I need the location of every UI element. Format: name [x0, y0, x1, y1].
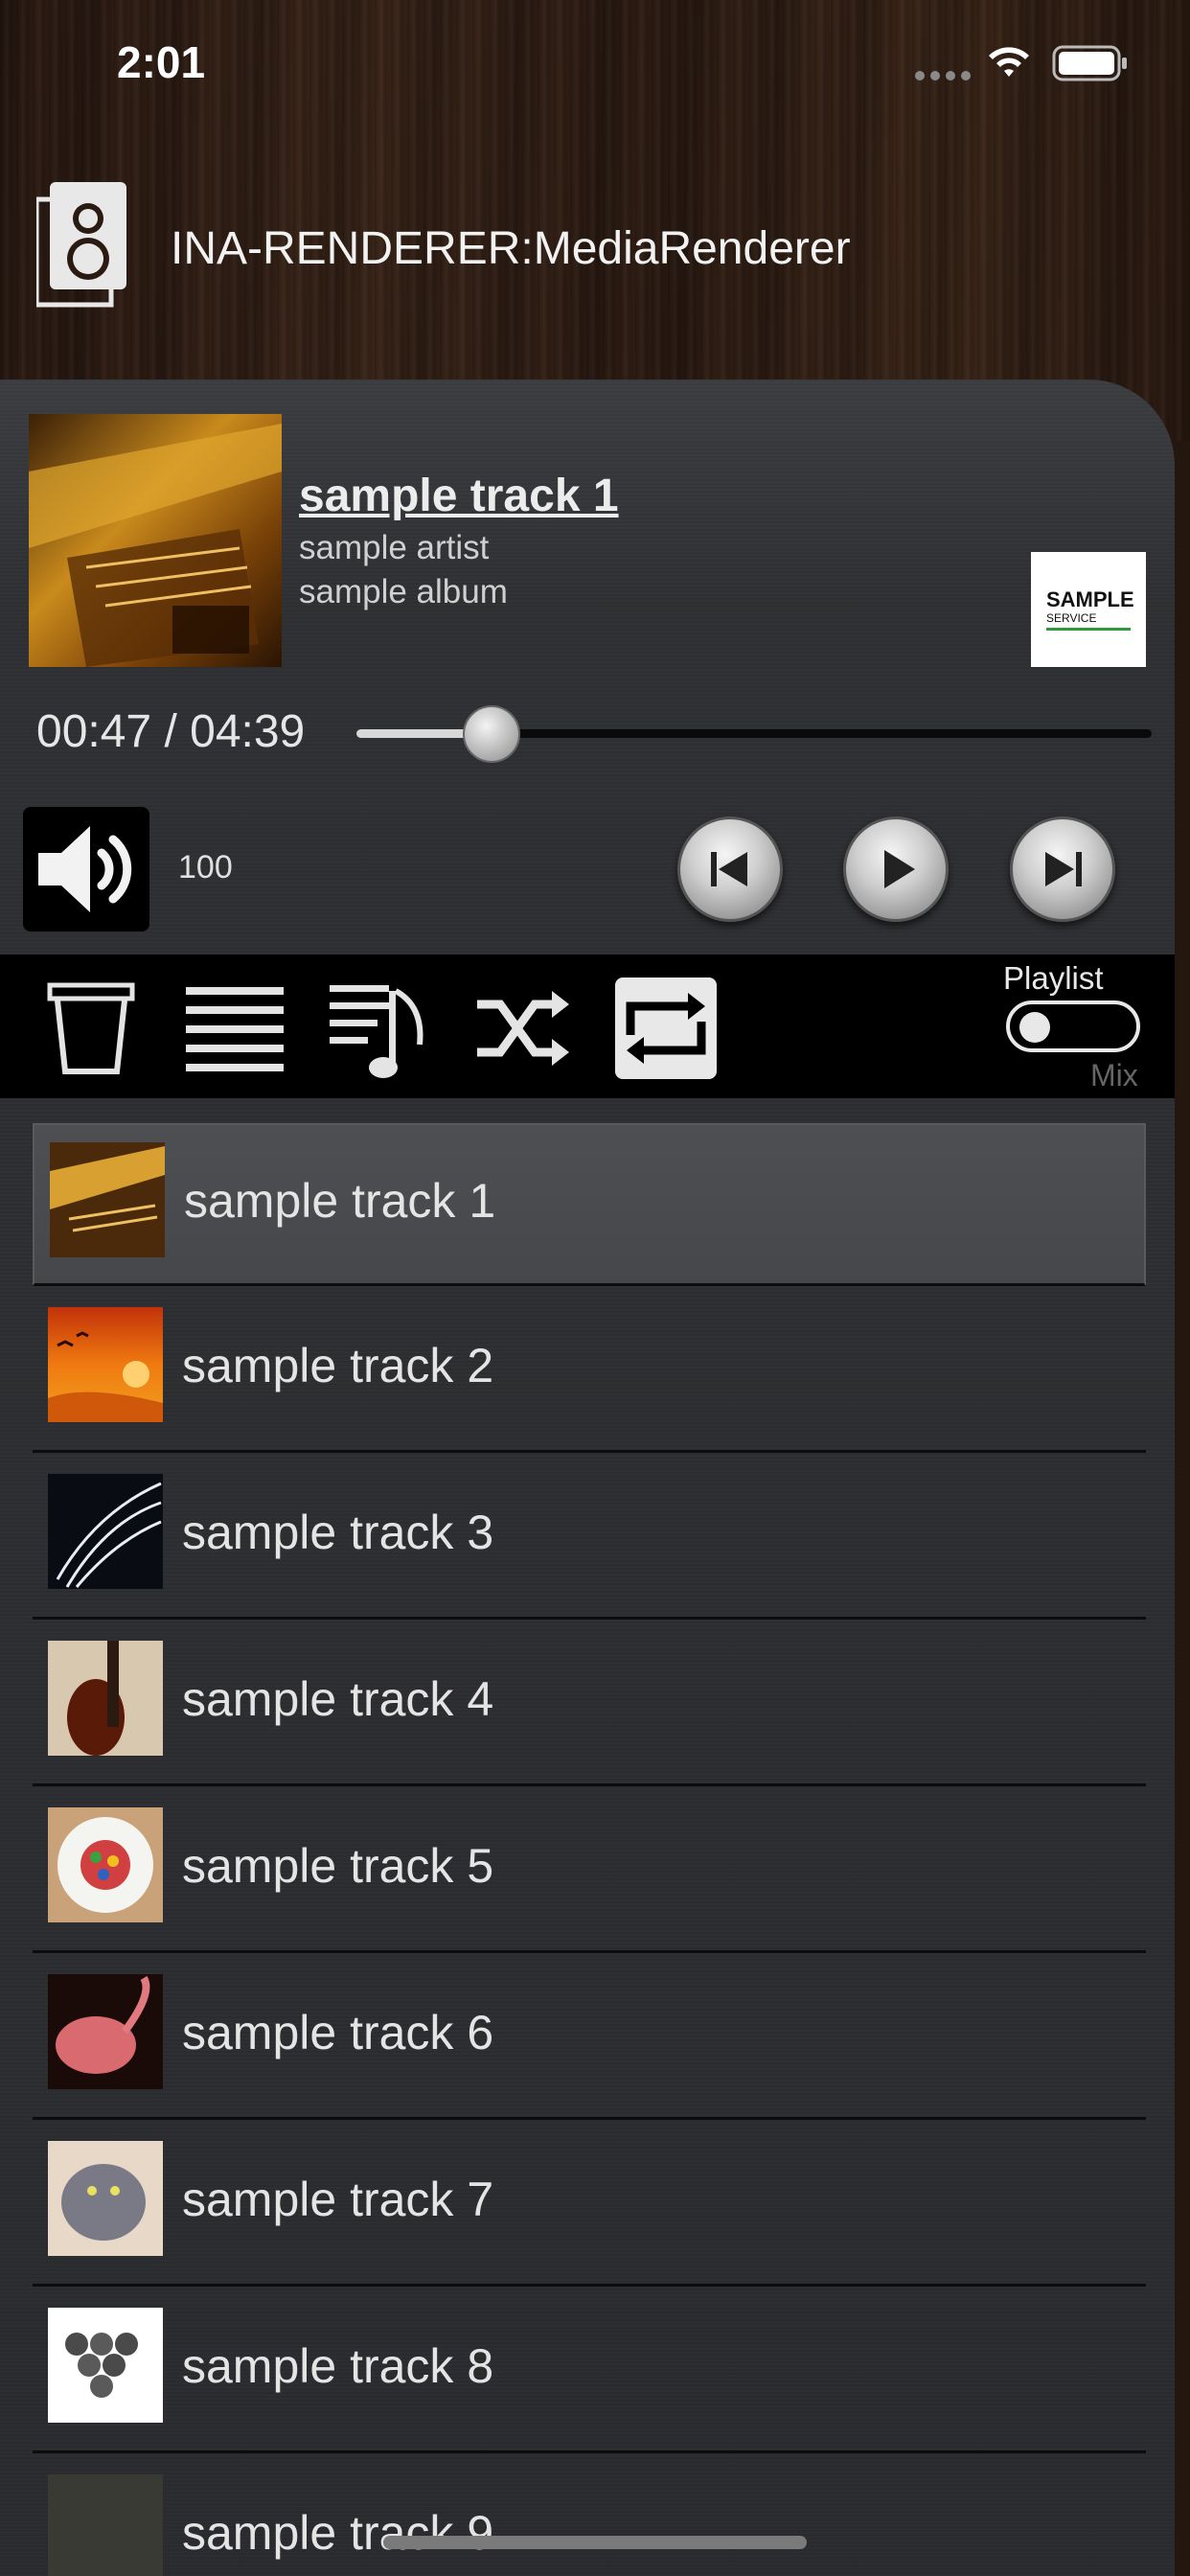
track-thumbnail: [48, 1474, 163, 1589]
track-row[interactable]: sample track 1: [33, 1123, 1146, 1286]
cellular-signal-icon: [915, 71, 971, 80]
trash-icon[interactable]: [40, 978, 142, 1079]
track-row[interactable]: sample track 4: [33, 1623, 1146, 1786]
track-title: sample track 5: [182, 1839, 494, 1893]
playlist-label: Playlist: [1003, 960, 1104, 996]
track-thumbnail: [50, 1142, 165, 1257]
speaker-icon[interactable]: [36, 180, 128, 310]
track-row[interactable]: sample track 9: [33, 2457, 1146, 2576]
track-row[interactable]: sample track 7: [33, 2124, 1146, 2287]
track-row[interactable]: sample track 5: [33, 1790, 1146, 1953]
playlist-toolbar: [0, 954, 1175, 1098]
track-title: sample track 8: [182, 2339, 494, 2393]
speaker-volume-icon: [38, 826, 132, 912]
volume-value: 100: [178, 849, 233, 886]
battery-icon: [1052, 45, 1127, 81]
track-title: sample track 9: [182, 2506, 494, 2560]
device-name[interactable]: INA-RENDERER:MediaRenderer: [171, 222, 851, 275]
now-playing-artist: sample artist: [299, 529, 490, 566]
track-thumbnail: [48, 1807, 163, 1922]
wifi-icon: [989, 47, 1029, 77]
previous-button[interactable]: [677, 816, 783, 922]
track-title: sample track 1: [184, 1174, 496, 1228]
toggle-knob: [1019, 1012, 1050, 1043]
volume-button[interactable]: [23, 807, 149, 932]
next-button[interactable]: [1010, 816, 1115, 922]
track-row[interactable]: sample track 6: [33, 1957, 1146, 2120]
repeat-button[interactable]: [615, 978, 717, 1079]
track-title: sample track 4: [182, 1672, 494, 1726]
home-indicator: [383, 2536, 807, 2549]
track-title: sample track 6: [182, 2006, 494, 2059]
track-row[interactable]: sample track 8: [33, 2290, 1146, 2453]
play-icon: [884, 850, 915, 888]
service-logo: SAMPLE SERVICE: [1031, 552, 1146, 667]
now-playing-title[interactable]: sample track 1: [299, 470, 619, 522]
status-time: 2:01: [117, 37, 206, 87]
mix-label: Mix: [1090, 1058, 1138, 1092]
music-queue-icon[interactable]: [328, 978, 429, 1079]
track-title: sample track 2: [182, 1339, 494, 1392]
progress-thumb[interactable]: [463, 705, 521, 763]
skip-previous-icon: [711, 852, 747, 886]
list-icon[interactable]: [184, 978, 286, 1079]
repeat-icon: [626, 993, 706, 1064]
track-thumbnail: [48, 1307, 163, 1422]
skip-next-icon: [1045, 852, 1082, 886]
track-thumbnail: [48, 2141, 163, 2256]
track-thumbnail: [48, 2474, 163, 2576]
now-playing-album: sample album: [299, 573, 508, 610]
shuffle-icon[interactable]: [471, 978, 573, 1079]
track-thumbnail: [48, 1974, 163, 2089]
track-thumbnail: [48, 2308, 163, 2423]
play-button[interactable]: [843, 816, 949, 922]
time-display: 00:47 / 04:39: [36, 706, 306, 757]
track-title: sample track 7: [182, 2173, 494, 2226]
track-title: sample track 3: [182, 1506, 494, 1559]
album-cover: [29, 414, 282, 667]
track-thumbnail: [48, 1641, 163, 1756]
track-row[interactable]: sample track 2: [33, 1290, 1146, 1453]
track-row[interactable]: sample track 3: [33, 1457, 1146, 1620]
